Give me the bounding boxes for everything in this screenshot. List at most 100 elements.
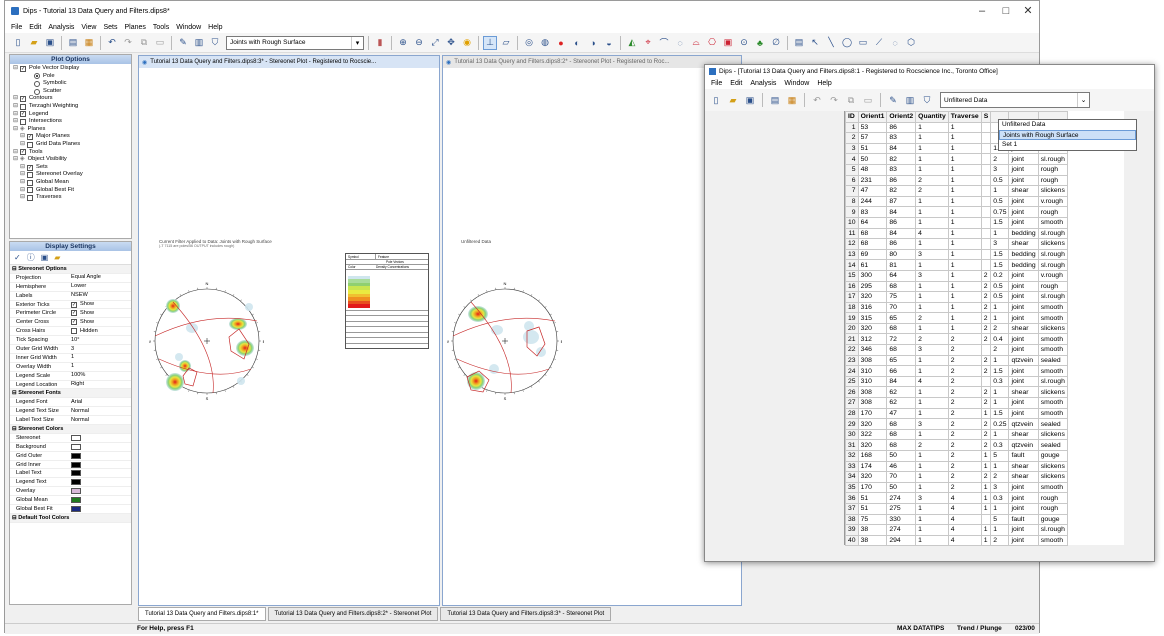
table-cell[interactable]: 1 <box>980 492 992 504</box>
stereonet-plot-unfiltered[interactable]: N S E W <box>447 244 562 429</box>
table-cell[interactable]: 34 <box>845 471 859 483</box>
table-cell[interactable] <box>980 185 992 197</box>
expand-icon[interactable]: ⊟ <box>20 194 27 202</box>
menu-view[interactable]: View <box>81 24 96 31</box>
table-cell[interactable]: sl.rough <box>1037 524 1068 536</box>
color-swatch[interactable] <box>71 461 81 468</box>
table-cell[interactable]: 1 <box>980 524 992 536</box>
table-cell[interactable]: 46 <box>886 460 917 473</box>
table-cell[interactable]: 1 <box>845 121 859 134</box>
table-cell[interactable]: 2 <box>990 344 1010 356</box>
table-cell[interactable]: 3 <box>990 238 1010 250</box>
tree-item-object-visibility[interactable]: ⊟ ◈ Object Visibility <box>10 156 131 164</box>
table-cell[interactable]: 0.5 <box>990 280 1010 293</box>
table-cell[interactable]: 70 <box>886 301 917 314</box>
table-cell[interactable]: 1.5 <box>990 407 1010 420</box>
stereonet-window-unfiltered[interactable]: ◉ Tutorial 13 Data Query and Filters.dip… <box>442 55 742 606</box>
setting-value-cell[interactable] <box>68 452 131 460</box>
table-cell[interactable]: 17 <box>845 291 859 303</box>
table-cell[interactable]: 19 <box>845 312 859 324</box>
table-cell[interactable]: 26 <box>845 386 859 399</box>
table-cell[interactable]: qtzvein <box>1008 439 1039 451</box>
info-icon[interactable]: ⓘ <box>27 252 35 263</box>
table-cell[interactable]: 4 <box>845 153 859 165</box>
table-cell[interactable]: 38 <box>857 524 888 536</box>
table-cell[interactable]: 300 <box>857 269 888 282</box>
setting-legend-text[interactable]: Legend Text <box>10 478 131 488</box>
table-cell[interactable]: 2 <box>947 365 982 377</box>
chevron-down-icon[interactable]: ▾ <box>351 36 363 49</box>
table-cell[interactable]: 2 <box>980 428 992 441</box>
table-cell[interactable]: 274 <box>886 524 917 536</box>
display-icon[interactable]: ◉ <box>460 36 474 50</box>
setting-global-best-fit[interactable]: Global Best Fit <box>10 505 131 514</box>
table-row[interactable]: 39 38 274 1 4 1 1 joint sl.rough <box>845 524 1068 536</box>
table-cell[interactable]: 2 <box>980 322 992 335</box>
table-cell[interactable]: 40 <box>845 534 859 547</box>
table-cell[interactable]: 4 <box>947 524 982 536</box>
table-cell[interactable]: 0.3 <box>990 492 1010 504</box>
chart-icon[interactable]: ▮ <box>373 36 387 50</box>
table-cell[interactable] <box>980 153 992 165</box>
setting-value-cell[interactable] <box>68 434 131 442</box>
table-cell[interactable]: 4 <box>947 492 982 504</box>
table-cell[interactable]: 2 <box>947 481 982 494</box>
table-cell[interactable]: 33 <box>845 460 859 473</box>
table-cell[interactable]: 2 <box>947 344 982 356</box>
table-cell[interactable]: shear <box>1008 185 1039 197</box>
tab-document-2[interactable]: Tutorial 13 Data Query and Filters.dips8… <box>267 607 439 621</box>
table-cell[interactable]: 1 <box>915 428 949 441</box>
table-cell[interactable]: joint <box>1008 492 1039 504</box>
setting-value-cell[interactable] <box>68 443 131 451</box>
table-cell[interactable]: 1 <box>915 471 949 483</box>
table-cell[interactable]: 6 <box>845 174 859 187</box>
table-cell[interactable]: 4 <box>947 513 982 526</box>
menu-planes[interactable]: Planes <box>124 24 145 31</box>
table-cell[interactable]: 4 <box>947 534 982 547</box>
table-cell[interactable]: 65 <box>886 312 917 324</box>
setting-value-cell[interactable] <box>68 496 131 504</box>
table-cell[interactable]: 2 <box>947 450 982 462</box>
add-curved-window-icon[interactable]: ⌓ <box>689 36 703 50</box>
checkmark-icon[interactable]: ✓ <box>14 253 21 262</box>
table-cell[interactable]: 2 <box>980 291 992 303</box>
table-cell[interactable]: 82 <box>886 153 917 165</box>
setting-value-cell[interactable]: ✓ Show <box>68 309 131 317</box>
table-cell[interactable]: 1 <box>990 227 1010 240</box>
dropdown-option-set-1[interactable]: Set 1 <box>999 140 1136 150</box>
table-cell[interactable] <box>980 163 992 176</box>
table-cell[interactable]: 5 <box>990 450 1010 462</box>
table-cell[interactable]: bedding <box>1008 259 1039 271</box>
table-cell[interactable]: 86 <box>886 238 917 250</box>
table-cell[interactable]: 1 <box>947 322 982 335</box>
tree-item-grid-data-planes[interactable]: ⊟ Grid Data Planes <box>10 141 131 149</box>
table-cell[interactable]: 11 <box>845 227 859 240</box>
expand-icon[interactable]: ⊟ <box>13 126 20 134</box>
table-row[interactable]: 37 51 275 1 4 1 1 joint rough <box>845 502 1068 515</box>
menu-edit[interactable]: Edit <box>730 80 742 87</box>
color-swatch[interactable] <box>71 479 81 486</box>
major-planes-icon[interactable]: ◐ <box>570 36 584 50</box>
menu-help[interactable]: Help <box>208 24 222 31</box>
table-cell[interactable]: 330 <box>886 513 917 526</box>
table-cell[interactable]: 27 <box>845 397 859 409</box>
table-cell[interactable]: joint <box>1008 312 1039 324</box>
table-cell[interactable]: 1 <box>947 259 982 271</box>
table-cell[interactable]: 1 <box>990 386 1010 399</box>
color-swatch[interactable] <box>71 505 81 512</box>
table-cell[interactable]: 1.5 <box>990 259 1010 271</box>
table-cell[interactable]: 316 <box>857 301 888 314</box>
arc-icon[interactable]: ◌ <box>888 36 902 50</box>
save-icon[interactable]: ▣ <box>743 93 757 107</box>
table-cell[interactable]: joint <box>1008 174 1039 187</box>
setting-value-cell[interactable]: Right <box>68 381 131 389</box>
table-cell[interactable]: joint <box>1008 365 1039 377</box>
ellipse-icon[interactable]: ◯ <box>840 36 854 50</box>
table-cell[interactable]: 2 <box>947 428 982 441</box>
table-cell[interactable]: smooth <box>1037 301 1068 314</box>
table-cell[interactable]: smooth <box>1037 407 1068 420</box>
table-cell[interactable]: 22 <box>845 344 859 356</box>
table-cell[interactable]: 5 <box>845 163 859 176</box>
table-cell[interactable]: joint <box>1008 153 1039 165</box>
table-cell[interactable]: 1 <box>915 386 949 399</box>
